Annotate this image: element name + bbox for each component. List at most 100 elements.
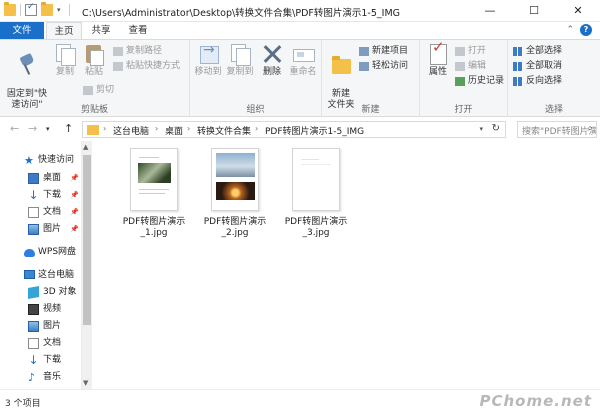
back-arrow-icon[interactable]: ←	[10, 122, 19, 135]
pin-icon[interactable]: 📌	[70, 171, 79, 186]
breadcrumb-collection[interactable]: 转换文件合集	[197, 124, 251, 137]
copy-path-icon	[113, 47, 123, 56]
window-title: C:\Users\Administrator\Desktop\转换文件合集\PD…	[82, 8, 401, 19]
select-all-button[interactable]: 全部选择	[512, 45, 562, 58]
rename-label: 重命名	[289, 67, 317, 77]
paste-shortcut-button[interactable]: 粘贴快捷方式	[112, 60, 180, 73]
divider	[20, 4, 21, 16]
minimize-button[interactable]: —	[468, 0, 512, 22]
tab-view[interactable]: 查看	[120, 22, 156, 39]
tab-share[interactable]: 共享	[84, 22, 118, 39]
nav-item-label: 桌面	[43, 173, 62, 183]
history-label: 历史记录	[468, 76, 505, 86]
help-icon[interactable]: ?	[580, 24, 592, 36]
pin-icon[interactable]: 📌	[70, 222, 79, 237]
file-item[interactable]: PDF转图片演示 _2.jpg	[196, 148, 274, 239]
chevron-down-icon[interactable]: ▾	[479, 125, 483, 133]
open-label: 打开	[468, 46, 487, 56]
copy-button[interactable]: 复制	[52, 43, 78, 78]
cut-button[interactable]: 剪切	[82, 84, 114, 97]
edit-label: 编辑	[468, 61, 487, 71]
image-thumbnail	[211, 148, 259, 211]
pin-quick-access-button[interactable]: 固定到"快 速访问"	[4, 43, 50, 111]
copy-path-button[interactable]: 复制路径	[112, 45, 162, 58]
invert-selection-icon	[513, 77, 523, 86]
invert-selection-button[interactable]: 反向选择	[512, 75, 562, 88]
computer-icon	[24, 270, 35, 279]
new-item-button[interactable]: 新建项目	[358, 45, 408, 58]
scissors-icon	[83, 86, 93, 95]
organize-group-label: 组织	[246, 105, 265, 115]
address-bar[interactable]: › 这台电脑 › 桌面 › 转换文件合集 › PDF转图片演示1-5_IMG ▾…	[82, 121, 506, 138]
copy-to-button[interactable]: 复制到	[224, 43, 256, 78]
easy-access-icon	[359, 62, 369, 71]
nav-item-label: 下载	[43, 190, 62, 200]
new-folder-quick-icon[interactable]	[41, 2, 53, 16]
easy-access-label: 轻松访问	[372, 61, 409, 71]
music-icon: ♪	[28, 371, 36, 384]
delete-button[interactable]: 删除	[258, 43, 286, 78]
history-button[interactable]: 历史记录	[454, 75, 504, 88]
text-line	[301, 159, 319, 160]
chevron-right-icon[interactable]: ›	[155, 124, 158, 133]
edit-button[interactable]: 编辑	[454, 60, 486, 73]
forward-arrow-icon[interactable]: →	[28, 122, 37, 135]
nav-item-documents[interactable]: 文档 📌	[0, 205, 82, 220]
rename-button[interactable]: 重命名	[287, 43, 319, 78]
breadcrumb-current-folder[interactable]: PDF转图片演示1-5_IMG	[265, 124, 364, 137]
breadcrumb-desktop[interactable]: 桌面	[165, 124, 183, 137]
file-name: PDF转图片演示 _1.jpg	[122, 217, 186, 238]
nav-item-pictures[interactable]: 图片 📌	[0, 222, 82, 237]
recent-chevron-icon[interactable]: ▾	[46, 125, 50, 133]
up-arrow-icon[interactable]: ↑	[64, 122, 73, 135]
nav-item-desktop[interactable]: 桌面 📌	[0, 171, 82, 186]
rename-icon	[292, 43, 315, 65]
chevron-right-icon[interactable]: ›	[187, 124, 190, 133]
copy-icon	[54, 43, 76, 66]
tab-file[interactable]: 文件	[0, 22, 44, 39]
nav-item-label: 音乐	[43, 372, 62, 382]
open-icon	[455, 47, 465, 56]
status-bar: 3 个项目 PChome.net	[0, 389, 600, 412]
paste-button[interactable]: 粘贴	[80, 43, 108, 78]
open-button[interactable]: 打开	[454, 45, 486, 58]
chevron-right-icon[interactable]: ›	[255, 124, 258, 133]
forest-image	[138, 163, 171, 183]
pin-icon[interactable]: 📌	[70, 205, 79, 220]
maximize-button[interactable]: ☐	[512, 0, 556, 22]
tab-home[interactable]: 主页	[46, 22, 82, 40]
scroll-down-icon[interactable]: ▼	[83, 379, 88, 387]
file-item[interactable]: PDF转图片演示 _1.jpg	[115, 148, 193, 239]
sunset-image	[216, 182, 255, 200]
search-input[interactable]: 搜索"PDF转图片演示1-5_IMG" ⌕	[517, 121, 597, 138]
refresh-icon[interactable]: ↻	[492, 123, 500, 134]
pictures-icon	[28, 224, 39, 235]
chevron-down-icon[interactable]: ▾	[57, 4, 65, 16]
select-group: 全部选择 全部取消 反向选择 选择	[508, 40, 600, 117]
chevron-right-icon[interactable]: ›	[103, 124, 106, 133]
move-to-button[interactable]: 移动到	[192, 43, 224, 78]
image-thumbnail	[292, 148, 340, 211]
new-folder-button[interactable]: 新建 文件夹	[324, 43, 358, 111]
address-row: ← → ▾ ↑ › 这台电脑 › 桌面 › 转换文件合集 › PDF转图片演示1…	[0, 118, 600, 140]
pin-icon	[16, 54, 38, 76]
easy-access-button[interactable]: 轻松访问	[358, 60, 408, 73]
close-button[interactable]: ✕	[556, 0, 600, 22]
file-item[interactable]: PDF转图片演示 _3.jpg	[277, 148, 355, 239]
properties-button[interactable]: 属性	[424, 42, 452, 78]
properties-quick-icon[interactable]	[25, 2, 37, 16]
ribbon: 固定到"快 速访问" 复制 粘贴 复制路径 粘贴快捷方式 剪切 剪贴板 移动到	[0, 39, 600, 117]
scroll-up-icon[interactable]: ▲	[83, 143, 88, 151]
select-none-button[interactable]: 全部取消	[512, 60, 562, 73]
download-icon: ↓	[28, 353, 39, 367]
scrollbar-thumb[interactable]	[83, 155, 91, 325]
properties-label: 属性	[428, 67, 447, 77]
breadcrumb-this-pc[interactable]: 这台电脑	[113, 124, 149, 137]
nav-scrollbar[interactable]: ▲ ▼	[82, 141, 92, 389]
nav-item-downloads[interactable]: ↓ 下载 📌	[0, 188, 82, 203]
pin-icon[interactable]: 📌	[70, 188, 79, 203]
new-item-label: 新建项目	[372, 46, 409, 56]
nav-item-label: 视频	[43, 304, 62, 314]
chevron-up-icon[interactable]: ⌃	[566, 25, 574, 35]
paste-icon	[83, 43, 105, 66]
